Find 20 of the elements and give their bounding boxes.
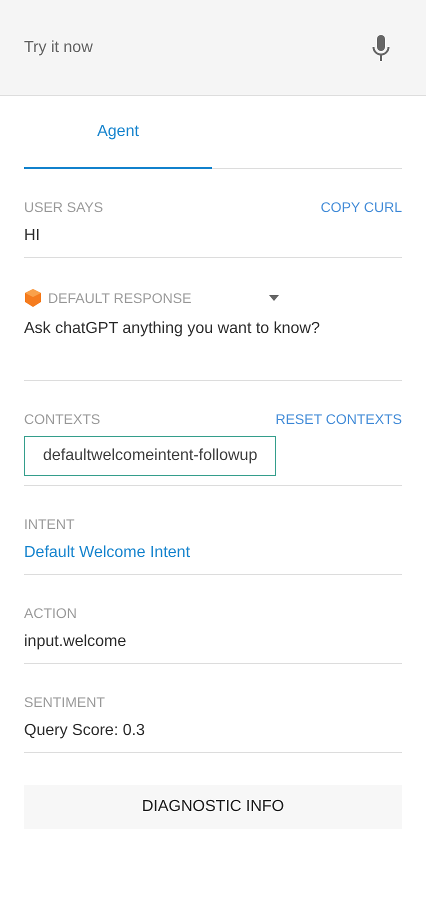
section-label: ACTION bbox=[24, 605, 77, 621]
section-label: INTENT bbox=[24, 516, 75, 532]
microphone-icon[interactable] bbox=[372, 34, 390, 60]
action-link[interactable]: RESET CONTEXTS bbox=[275, 411, 402, 427]
query-input[interactable]: Try it now bbox=[24, 38, 372, 56]
section-label: CONTEXTS bbox=[24, 411, 100, 427]
section-label: SENTIMENT bbox=[24, 694, 105, 710]
field-value: Query Score: 0.3 bbox=[24, 722, 146, 740]
context-chip[interactable]: defaultwelcomeintent-followup bbox=[24, 436, 276, 476]
tab[interactable]: Agent bbox=[24, 96, 212, 169]
cube-icon bbox=[24, 288, 42, 308]
intent-link[interactable]: Default Welcome Intent bbox=[24, 544, 190, 562]
dropdown-caret-icon[interactable] bbox=[269, 295, 280, 301]
response-text: Ask chatGPT anything you want to know? bbox=[24, 320, 321, 338]
field-value: input.welcome bbox=[24, 633, 128, 651]
action-link[interactable]: COPY CURL bbox=[320, 199, 402, 215]
section-label: DEFAULT RESPONSE bbox=[48, 290, 192, 306]
field-value: HI bbox=[24, 227, 41, 245]
diagnostic-info-button[interactable]: DIAGNOSTIC INFO bbox=[24, 785, 402, 829]
section-label: USER SAYS bbox=[24, 199, 104, 215]
